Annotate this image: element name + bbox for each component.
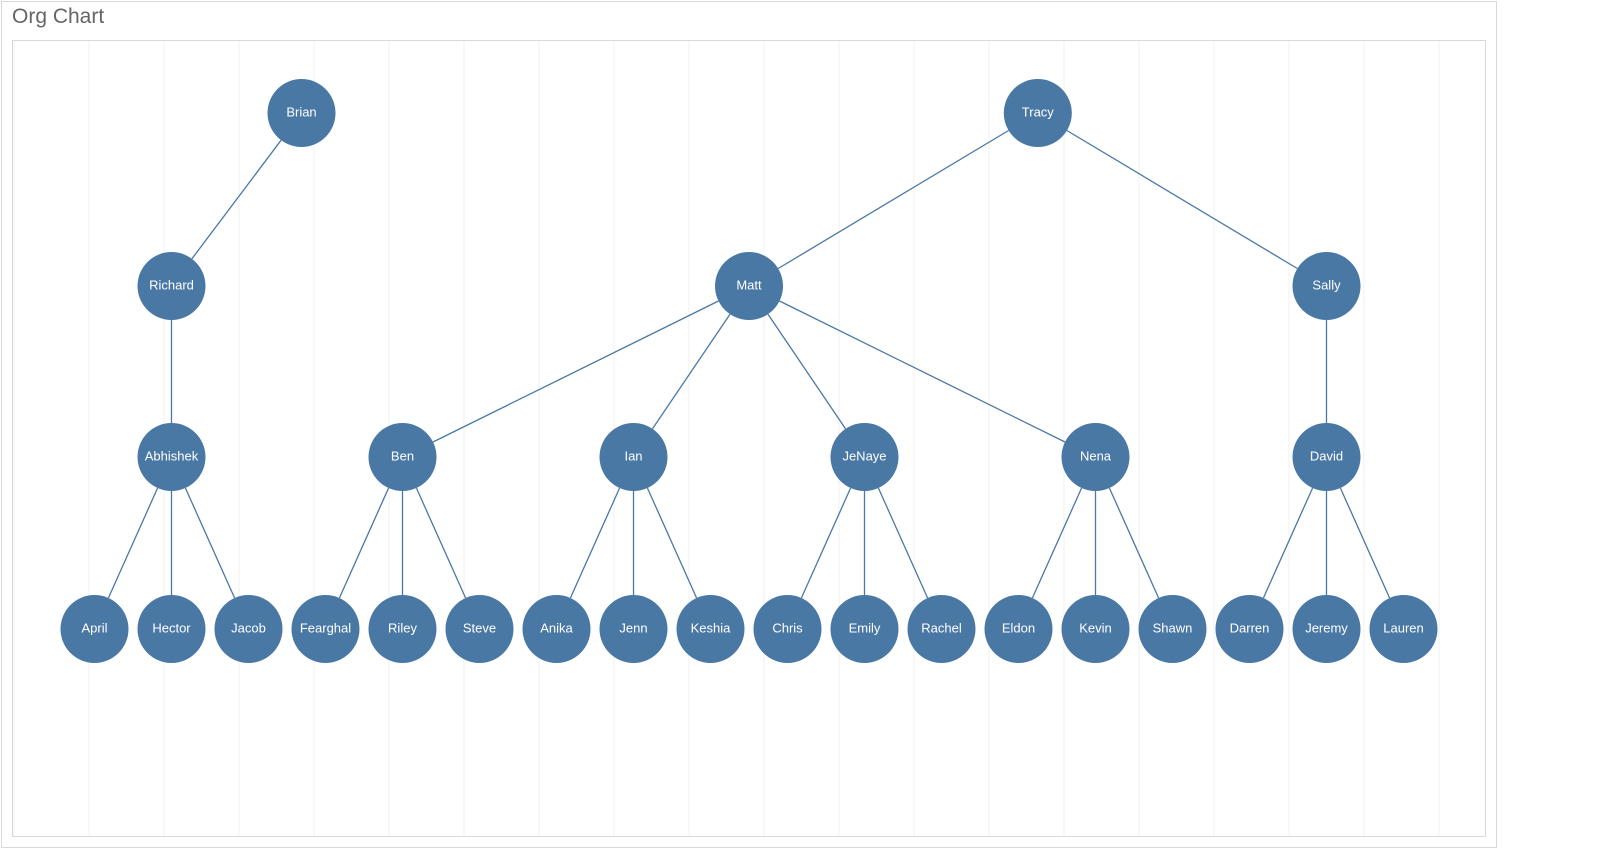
chart-plot-area: Brian Tracy Richard Matt Sally Abhishek Ben Ian… <box>12 40 1486 837</box>
node-label: Keshia <box>691 620 732 635</box>
edges <box>108 131 1389 599</box>
node-emily[interactable]: Emily <box>831 595 899 663</box>
node-chris[interactable]: Chris <box>754 595 822 663</box>
node-label: Sally <box>1312 277 1341 292</box>
node-april[interactable]: April <box>61 595 129 663</box>
node-label: Hector <box>152 620 191 635</box>
node-label: Anika <box>540 620 573 635</box>
node-label: Emily <box>849 620 881 635</box>
node-steve[interactable]: Steve <box>446 595 514 663</box>
node-rachel[interactable]: Rachel <box>908 595 976 663</box>
card-frame: Org Chart Brian Tracy Richard Matt Sally Abhi… <box>1 1 1497 848</box>
node-fearghal[interactable]: Fearghal <box>292 595 360 663</box>
node-jenaye[interactable]: JeNaye <box>831 423 899 491</box>
node-david[interactable]: David <box>1293 423 1361 491</box>
node-label: Abhishek <box>145 448 199 463</box>
node-label: Eldon <box>1002 620 1035 635</box>
node-label: Lauren <box>1383 620 1423 635</box>
node-label: Ben <box>391 448 414 463</box>
node-label: Brian <box>286 104 316 119</box>
node-label: Jeremy <box>1305 620 1348 635</box>
node-shawn[interactable]: Shawn <box>1139 595 1207 663</box>
node-label: Matt <box>736 277 762 292</box>
node-label: Richard <box>149 277 194 292</box>
node-label: Chris <box>772 620 803 635</box>
node-label: Tracy <box>1022 104 1055 119</box>
node-ben[interactable]: Ben <box>369 423 437 491</box>
node-label: Ian <box>624 448 642 463</box>
node-label: Steve <box>463 620 496 635</box>
node-lauren[interactable]: Lauren <box>1370 595 1438 663</box>
node-nena[interactable]: Nena <box>1062 423 1130 491</box>
nodes: Brian Tracy Richard Matt Sally Abhishek Ben Ian… <box>61 79 1438 663</box>
node-richard[interactable]: Richard <box>138 252 206 320</box>
org-chart-svg[interactable]: Brian Tracy Richard Matt Sally Abhishek Ben Ian… <box>13 41 1485 836</box>
node-label: Nena <box>1080 448 1112 463</box>
node-label: Shawn <box>1153 620 1193 635</box>
node-sally[interactable]: Sally <box>1293 252 1361 320</box>
node-eldon[interactable]: Eldon <box>985 595 1053 663</box>
node-kevin[interactable]: Kevin <box>1062 595 1130 663</box>
node-keshia[interactable]: Keshia <box>677 595 745 663</box>
node-label: Rachel <box>921 620 962 635</box>
node-matt[interactable]: Matt <box>715 252 783 320</box>
node-label: David <box>1310 448 1343 463</box>
node-label: Riley <box>388 620 417 635</box>
node-tracy[interactable]: Tracy <box>1004 79 1072 147</box>
node-riley[interactable]: Riley <box>369 595 437 663</box>
node-ian[interactable]: Ian <box>600 423 668 491</box>
node-label: JeNaye <box>842 448 886 463</box>
node-anika[interactable]: Anika <box>523 595 591 663</box>
node-darren[interactable]: Darren <box>1216 595 1284 663</box>
node-label: Jenn <box>619 620 647 635</box>
node-brian[interactable]: Brian <box>268 79 336 147</box>
node-jeremy[interactable]: Jeremy <box>1293 595 1361 663</box>
node-jenn[interactable]: Jenn <box>600 595 668 663</box>
node-label: Kevin <box>1079 620 1112 635</box>
node-hector[interactable]: Hector <box>138 595 206 663</box>
node-label: Fearghal <box>300 620 351 635</box>
node-label: Darren <box>1230 620 1270 635</box>
node-label: April <box>81 620 107 635</box>
chart-title: Org Chart <box>2 2 1496 35</box>
node-jacob[interactable]: Jacob <box>215 595 283 663</box>
node-label: Jacob <box>231 620 266 635</box>
node-abhishek[interactable]: Abhishek <box>138 423 206 491</box>
